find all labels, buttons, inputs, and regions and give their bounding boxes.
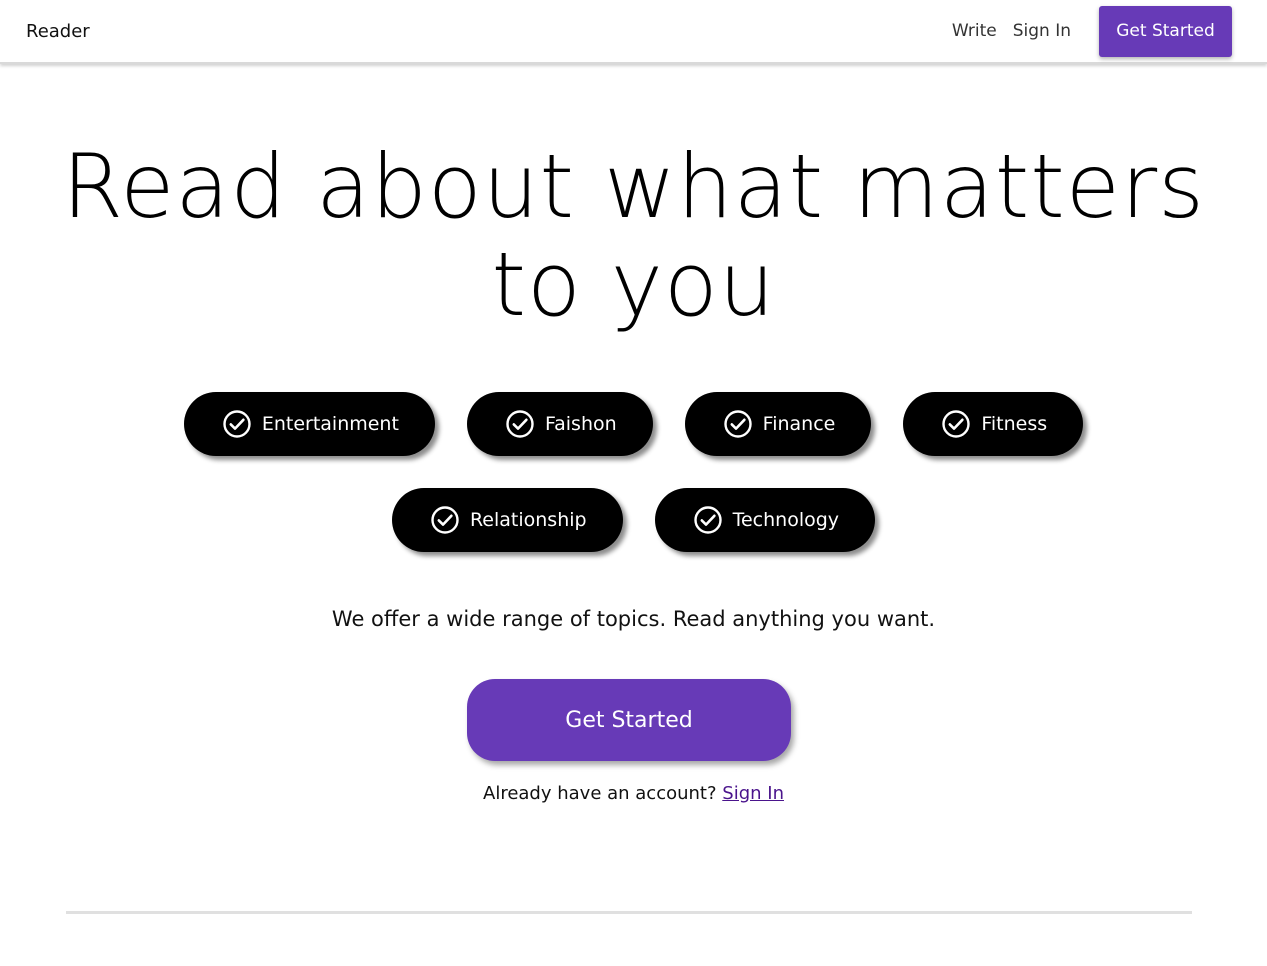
topic-chip-entertainment[interactable]: Entertainment: [183, 392, 435, 456]
account-prompt-text: Already have an account?: [483, 783, 717, 804]
topic-label: Entertainment: [261, 413, 399, 435]
topic-chip-relationship[interactable]: Relationship: [391, 488, 623, 552]
topic-row-2: Relationship Technology: [0, 488, 1267, 552]
check-circle-icon: [693, 506, 722, 534]
topic-label: Faishon: [544, 413, 617, 435]
topic-chip-technology[interactable]: Technology: [654, 488, 876, 552]
check-circle-icon: [942, 410, 971, 438]
topic-label: Fitness: [981, 413, 1048, 435]
navbar: Reader Write Sign In Get Started: [0, 0, 1267, 64]
topic-label: Technology: [732, 509, 840, 531]
topic-chip-fitness[interactable]: Fitness: [903, 392, 1084, 456]
topic-chip-finance[interactable]: Finance: [684, 392, 872, 456]
footer-divider: [66, 911, 1192, 914]
account-prompt: Already have an account? Sign In: [0, 783, 1267, 804]
check-circle-icon: [506, 410, 534, 438]
hero-get-started-button[interactable]: Get Started: [467, 679, 791, 761]
hero-title-line2: to you: [491, 233, 776, 336]
nav-get-started-button[interactable]: Get Started: [1099, 5, 1232, 57]
topic-list: Entertainment Faishon Finance Fitness Re…: [0, 392, 1267, 584]
nav-write-link[interactable]: Write: [952, 21, 997, 41]
check-circle-icon: [431, 506, 459, 534]
check-circle-icon: [723, 410, 752, 438]
account-signin-link[interactable]: Sign In: [722, 783, 784, 804]
check-circle-icon: [223, 410, 251, 438]
topic-chip-faishon[interactable]: Faishon: [466, 392, 653, 456]
topic-row-1: Entertainment Faishon Finance Fitness: [0, 392, 1267, 456]
hero-title: Read about what matters to you: [0, 138, 1267, 334]
nav-signin-link[interactable]: Sign In: [1013, 21, 1071, 41]
topic-label: Finance: [762, 413, 836, 435]
brand-logo[interactable]: Reader: [26, 21, 90, 42]
tagline: We offer a wide range of topics. Read an…: [331, 607, 936, 631]
nav-right: Write Sign In Get Started: [952, 5, 1232, 57]
topic-label: Relationship: [469, 509, 587, 531]
hero-title-line1: Read about what matters: [62, 135, 1205, 238]
